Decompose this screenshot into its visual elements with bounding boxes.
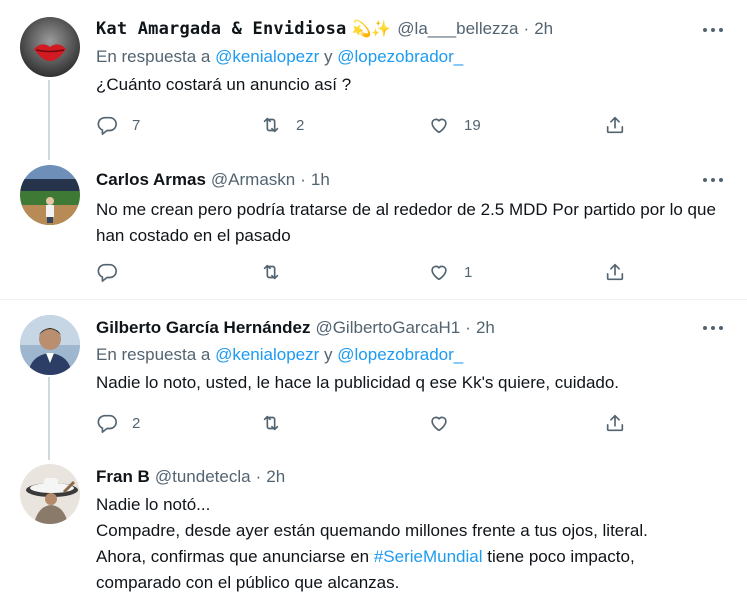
mention-link[interactable]: @lopezobrador_ — [337, 47, 463, 66]
share-icon — [606, 263, 624, 281]
thread-line — [48, 80, 50, 160]
like-button[interactable] — [428, 411, 450, 435]
text-segment: tiene poco impacto, — [482, 547, 635, 566]
display-name[interactable]: Kat Amargada & Envidiosa — [96, 19, 346, 39]
tweet-2[interactable]: Carlos Armas @Armaskn · 1h No me crean p… — [0, 160, 747, 300]
share-button[interactable] — [604, 411, 626, 435]
reply-button[interactable]: 2 — [96, 411, 140, 435]
separator-dot: · — [255, 467, 262, 486]
separator-dot: · — [465, 318, 471, 337]
tweet-text: Nadie lo notó... Compadre, desde ayer es… — [96, 492, 726, 596]
reply-icon — [97, 414, 117, 433]
avatar[interactable] — [20, 17, 80, 77]
tweet-3[interactable]: Gilberto García Hernández @GilbertoGarca… — [0, 300, 747, 460]
retweet-icon — [263, 415, 279, 431]
mention-link[interactable]: @lopezobrador_ — [337, 345, 463, 364]
replying-joiner: y — [324, 345, 333, 364]
like-icon — [431, 416, 447, 432]
text-segment: Ahora, confirmas que anunciarse en — [96, 547, 374, 566]
replying-to: En respuesta a @kenialopezr y @lopezobra… — [96, 47, 463, 67]
retweet-count: 2 — [296, 116, 305, 134]
display-name[interactable]: Fran B — [96, 467, 150, 487]
tweet-actions: 2 — [96, 411, 636, 435]
retweet-button[interactable]: 2 — [260, 113, 304, 137]
tweet-text: No me crean pero podría tratarse de al r… — [96, 200, 716, 245]
tweet-text: Nadie lo noto, usted, le hace la publici… — [96, 373, 620, 392]
display-name[interactable]: Gilberto García Hernández — [96, 318, 310, 338]
handle[interactable]: @Armaskn — [211, 170, 295, 190]
like-button[interactable]: 19 — [428, 113, 481, 137]
mention-link[interactable]: @kenialopezr — [215, 345, 319, 364]
timestamp[interactable]: 2h — [476, 318, 495, 338]
handle[interactable]: @GilbertoGarcaH1 — [315, 318, 460, 338]
like-count: 1 — [464, 263, 473, 281]
separator-dot: · — [523, 19, 530, 38]
tweet-header: Gilberto García Hernández @GilbertoGarca… — [96, 317, 495, 339]
reply-count: 7 — [132, 116, 141, 134]
retweet-button[interactable] — [260, 260, 282, 284]
hashtag-link[interactable]: #SerieMundial — [374, 547, 483, 566]
tweet-header: Kat Amargada & Envidiosa 💫✨ @la___bellez… — [96, 18, 553, 40]
avatar[interactable] — [20, 315, 80, 375]
tweet-actions: 1 — [96, 260, 636, 284]
tweet-actions: 7 2 19 — [96, 113, 636, 137]
replying-prefix: En respuesta a — [96, 345, 211, 364]
mention-link[interactable]: @kenialopezr — [215, 47, 319, 66]
replying-to: En respuesta a @kenialopezr y @lopezobra… — [96, 345, 463, 365]
like-icon — [431, 118, 447, 134]
tweet-header: Carlos Armas @Armaskn · 1h — [96, 169, 330, 191]
handle[interactable]: @tundetecla — [155, 467, 251, 487]
display-name[interactable]: Carlos Armas — [96, 170, 206, 190]
like-icon — [431, 265, 447, 281]
timestamp[interactable]: 2h — [266, 467, 285, 487]
like-button[interactable]: 1 — [428, 260, 472, 284]
retweet-button[interactable] — [260, 411, 282, 435]
replying-joiner: y — [324, 47, 333, 66]
like-count: 19 — [464, 116, 481, 134]
tweet-text-line: Compadre, desde ayer están quemando mill… — [96, 521, 648, 540]
reply-icon — [97, 116, 117, 135]
more-icon[interactable] — [701, 22, 725, 38]
timestamp[interactable]: 2h — [534, 19, 553, 39]
thread-line — [48, 377, 50, 460]
tweet-1[interactable]: Kat Amargada & Envidiosa 💫✨ @la___bellez… — [0, 0, 747, 160]
replying-prefix: En respuesta a — [96, 47, 211, 66]
retweet-icon — [263, 264, 279, 280]
share-button[interactable] — [604, 113, 626, 137]
separator-dot: · — [300, 170, 306, 189]
tweet-4[interactable]: Fran B @tundetecla · 2h Nadie lo notó...… — [0, 460, 747, 597]
tweet-text-line: Nadie lo notó... — [96, 495, 211, 514]
reply-icon — [97, 263, 117, 282]
avatar[interactable] — [20, 165, 80, 225]
share-icon — [606, 414, 624, 432]
tweet-text: ¿Cuánto costará un anuncio así ? — [96, 75, 352, 94]
handle[interactable]: @la___bellezza — [397, 19, 518, 39]
share-button[interactable] — [604, 260, 626, 284]
timestamp[interactable]: 1h — [311, 170, 330, 190]
reply-count: 2 — [132, 414, 141, 432]
reply-button[interactable] — [96, 260, 118, 284]
tweet-header: Fran B @tundetecla · 2h — [96, 466, 285, 488]
retweet-icon — [263, 117, 279, 133]
tweet-text-line: comparado con el público que alcanzas. — [96, 573, 400, 592]
share-icon — [606, 116, 624, 134]
avatar[interactable] — [20, 464, 80, 524]
emoji-badge: 💫✨ — [351, 21, 392, 38]
more-icon[interactable] — [701, 172, 725, 188]
tweet-text-line: Ahora, confirmas que anunciarse en #Seri… — [96, 544, 726, 570]
reply-button[interactable]: 7 — [96, 113, 140, 137]
more-icon[interactable] — [701, 320, 725, 336]
